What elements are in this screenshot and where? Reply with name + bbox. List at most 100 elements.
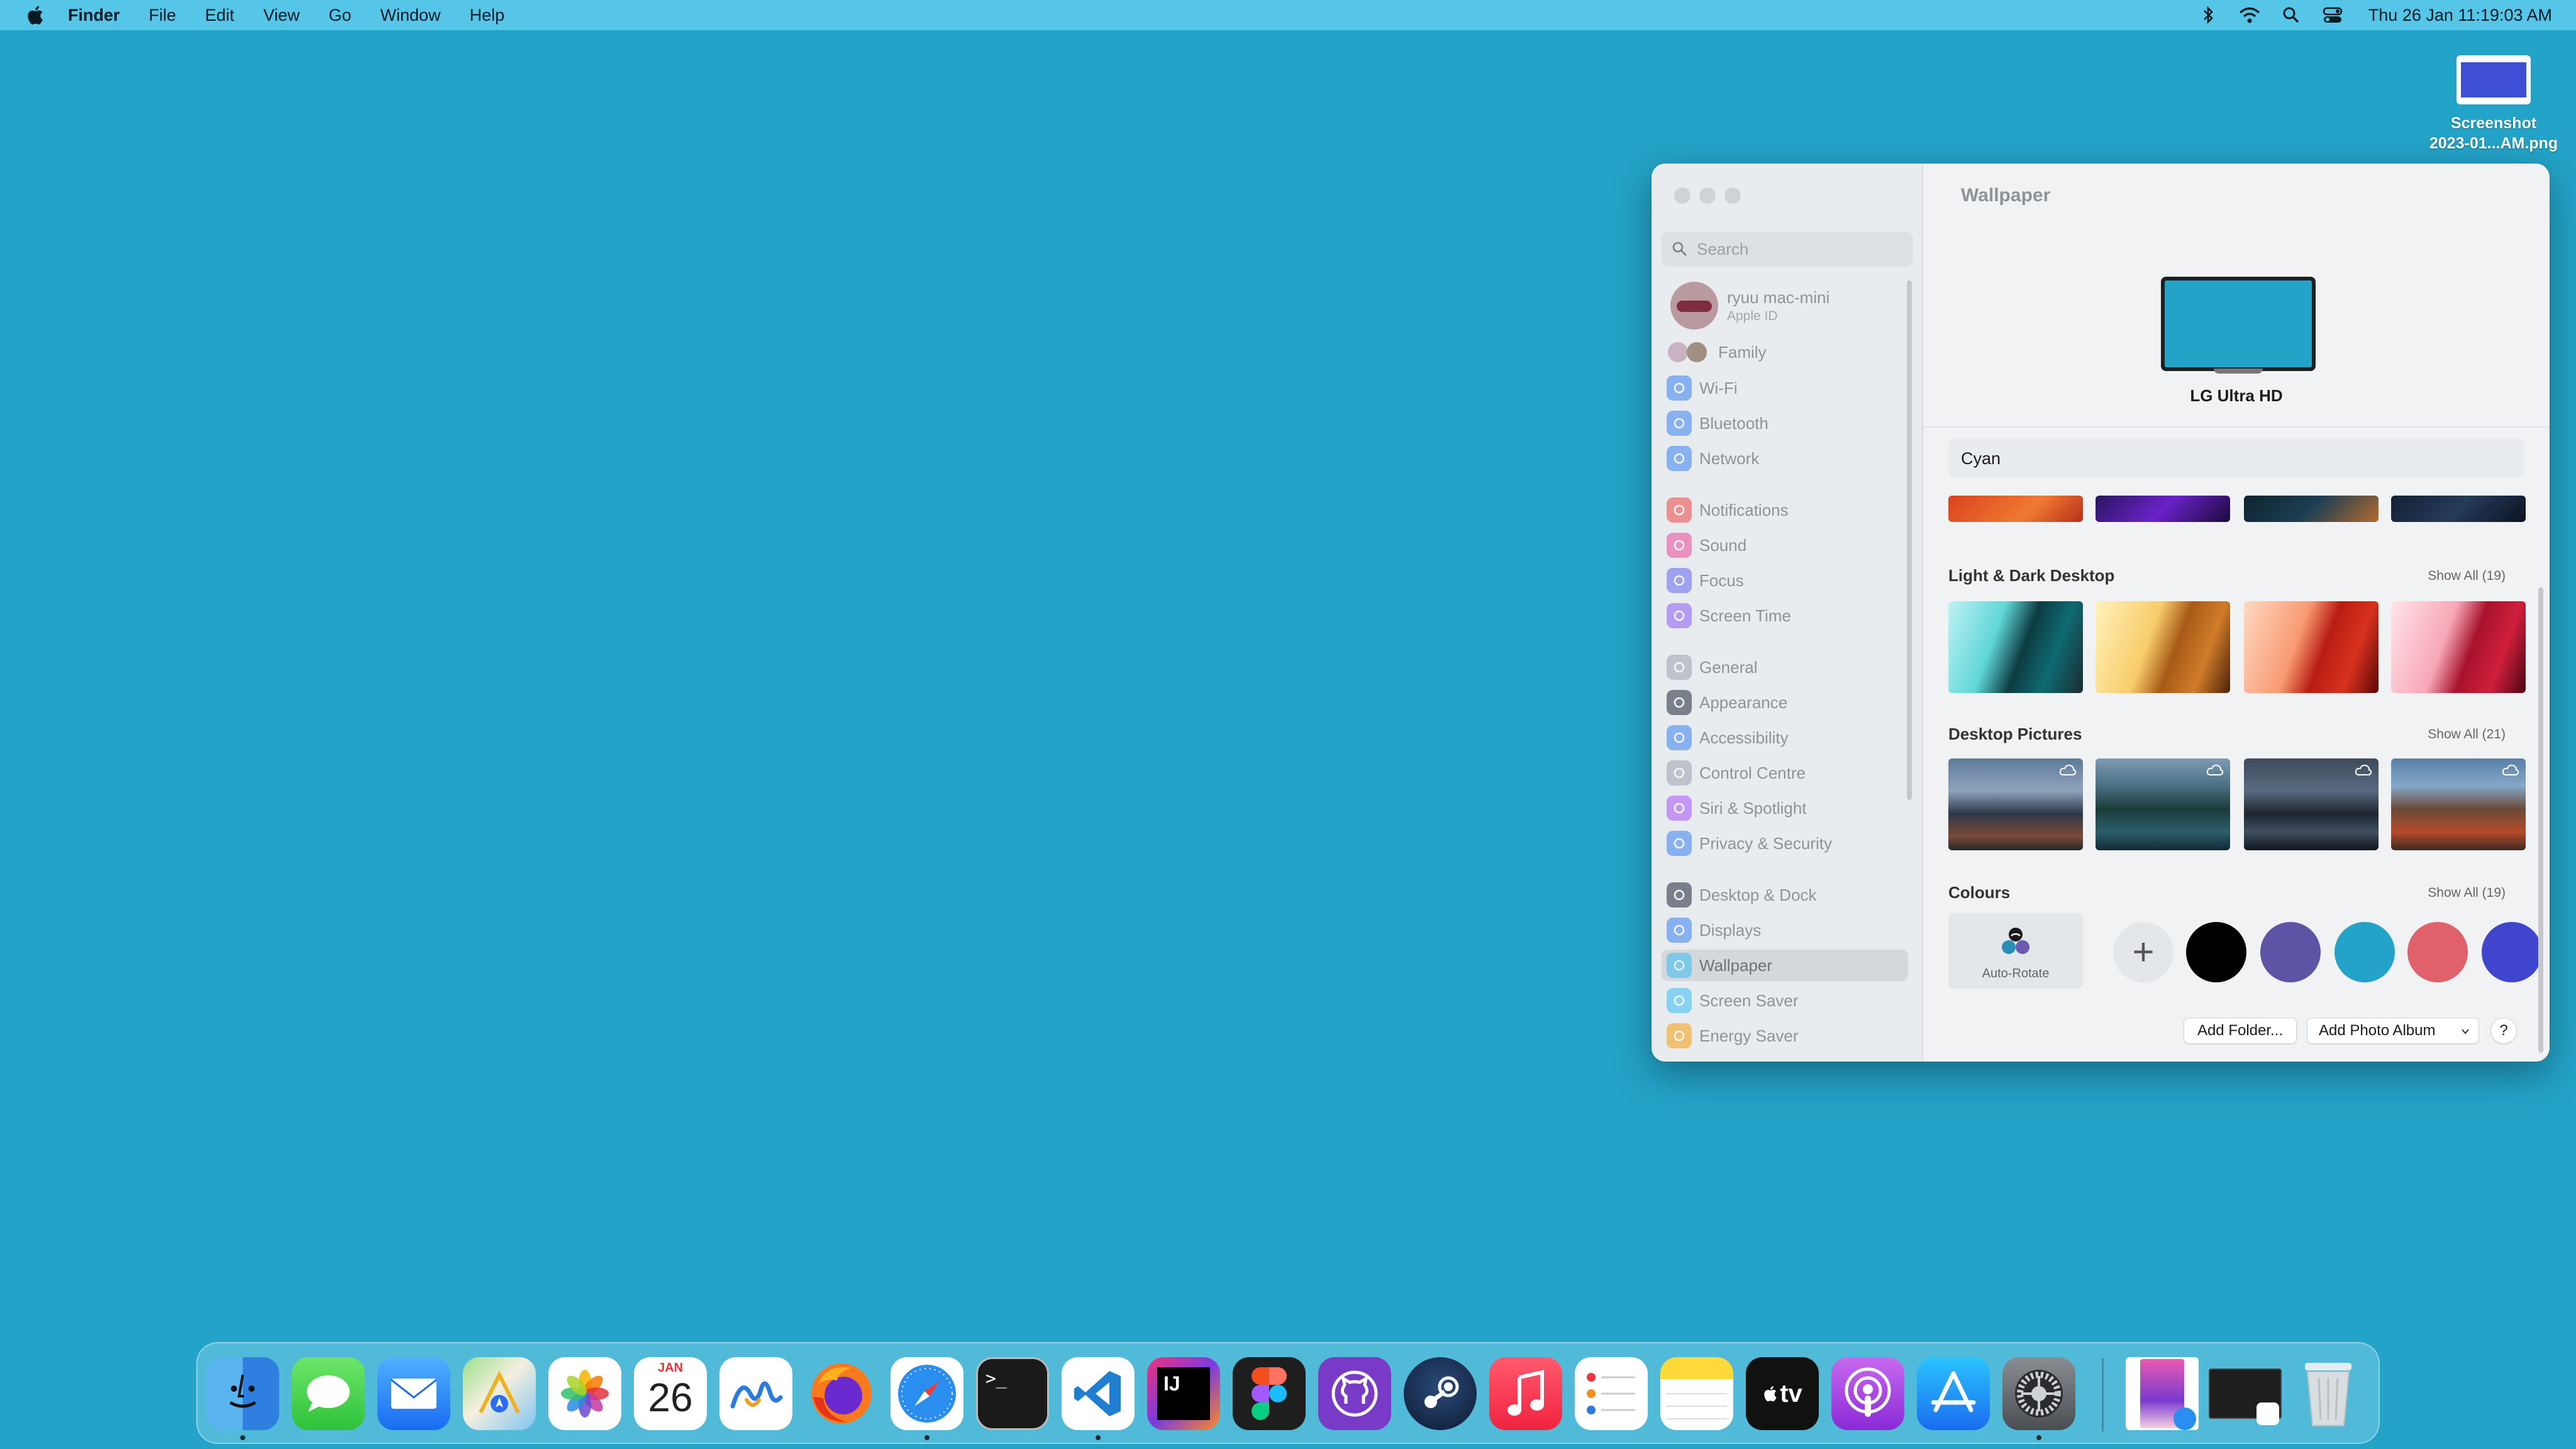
dock-app-messages[interactable]: [292, 1357, 365, 1430]
colour-swatch[interactable]: [2482, 922, 2542, 982]
wallpaper-thumb-mountain[interactable]: [1948, 758, 2083, 850]
sidebar-item-privacy-security[interactable]: Privacy & Security: [1667, 828, 1908, 859]
bluetooth-icon[interactable]: [2197, 4, 2219, 26]
dock-app-notes[interactable]: [1660, 1357, 1733, 1430]
colour-swatch[interactable]: [2186, 922, 2246, 982]
dock-app-reminders[interactable]: [1575, 1357, 1648, 1430]
figma-icon: [1252, 1367, 1287, 1420]
dock-app-figma[interactable]: [1233, 1357, 1306, 1430]
sidebar-item-general[interactable]: General: [1667, 652, 1908, 683]
sidebar-item-network[interactable]: Network: [1667, 443, 1908, 474]
menu-window[interactable]: Window: [380, 6, 441, 25]
dock-app-freeform[interactable]: [719, 1357, 792, 1430]
sidebar-item-displays[interactable]: Displays: [1667, 914, 1908, 946]
menu-app-name[interactable]: Finder: [68, 6, 120, 25]
sidebar-item-notifications[interactable]: Notifications: [1667, 494, 1908, 526]
control-centre-icon: [1667, 760, 1692, 786]
wallpaper-thumb-ventura[interactable]: [2096, 496, 2230, 522]
sidebar-item-accessibility[interactable]: Accessibility: [1667, 722, 1908, 753]
dock-app-vscode[interactable]: [1062, 1357, 1135, 1430]
dock-app-apple-tv[interactable]: tv: [1746, 1357, 1819, 1430]
sidebar-item-screen-time[interactable]: Screen Time: [1667, 600, 1908, 631]
wallpaper-thumb-sonoma[interactable]: [1948, 496, 2083, 522]
dock-app-steam[interactable]: [1404, 1357, 1477, 1430]
sidebar-item-wallpaper[interactable]: Wallpaper: [1662, 950, 1908, 981]
wallpaper-thumb-yellow[interactable]: [2096, 601, 2230, 693]
zoom-button[interactable]: [1724, 187, 1741, 204]
sidebar-item-label: Appearance: [1699, 692, 1788, 712]
dock-app-mail[interactable]: [377, 1357, 450, 1430]
minimize-button[interactable]: [1699, 187, 1716, 204]
apple-menu-icon[interactable]: [25, 4, 44, 26]
dock-app-intellij[interactable]: IJ: [1147, 1357, 1220, 1430]
auto-rotate-tile[interactable]: Auto-Rotate: [1948, 913, 2083, 989]
wifi-icon[interactable]: [2239, 4, 2260, 26]
running-indicator: [924, 1435, 930, 1440]
help-button[interactable]: ?: [2490, 1018, 2517, 1044]
dock-app-terminal[interactable]: >_: [976, 1357, 1049, 1430]
menu-go[interactable]: Go: [329, 6, 352, 25]
search-icon[interactable]: [2280, 4, 2302, 26]
wallpaper-thumb-cyan[interactable]: [1948, 601, 2083, 693]
sidebar-item-label: Network: [1699, 448, 1760, 468]
menu-file[interactable]: File: [149, 6, 177, 25]
sidebar-item-bluetooth[interactable]: Bluetooth: [1667, 408, 1908, 439]
dock-app-calendar[interactable]: JAN 26: [634, 1357, 707, 1430]
section-title-light-dark: Light & Dark Desktop: [1948, 566, 2115, 585]
colour-swatch[interactable]: [2334, 922, 2395, 982]
sidebar-item-siri-spotlight[interactable]: Siri & Spotlight: [1667, 792, 1908, 824]
speech-bubble-icon: [307, 1375, 350, 1412]
dock-recent-screenshot[interactable]: [2126, 1357, 2199, 1430]
sidebar-scrollbar[interactable]: [1907, 280, 1912, 800]
desktop-file-screenshot[interactable]: Screenshot 2023-01...AM.png: [2428, 55, 2560, 153]
apple-id-account[interactable]: ryuu mac-mini Apple ID: [1670, 282, 1829, 330]
firefox-icon: [811, 1363, 872, 1424]
dock-app-music[interactable]: [1489, 1357, 1562, 1430]
wallpaper-thumb-rocks[interactable]: [2244, 758, 2379, 850]
dock-app-firefox[interactable]: [805, 1357, 878, 1430]
wallpaper-thumb-coast[interactable]: [2096, 758, 2230, 850]
show-all-light-dark[interactable]: Show All (19): [2428, 569, 2506, 584]
dock-app-photos[interactable]: [548, 1357, 621, 1430]
sidebar-item-control-centre[interactable]: Control Centre: [1667, 757, 1908, 789]
dock-app-finder[interactable]: [206, 1357, 279, 1430]
dock-app-app-store[interactable]: [1917, 1357, 1990, 1430]
menu-clock[interactable]: Thu 26 Jan 11:19:03 AM: [2368, 6, 2552, 25]
sidebar-item-sound[interactable]: Sound: [1667, 530, 1908, 561]
dock-trash[interactable]: [2292, 1357, 2365, 1430]
sidebar-item-focus[interactable]: Focus: [1667, 565, 1908, 596]
sidebar-item-screen-saver[interactable]: Screen Saver: [1667, 985, 1908, 1016]
photos-flower-icon: [561, 1370, 609, 1418]
wallpaper-thumb-orange[interactable]: [2244, 601, 2379, 693]
wallpaper-thumb-red[interactable]: [2391, 601, 2526, 693]
sidebar-item-family[interactable]: Family: [1667, 336, 1908, 368]
control-centre-icon[interactable]: [2322, 4, 2343, 26]
dock-app-podcasts[interactable]: [1831, 1357, 1904, 1430]
dock-app-maps[interactable]: [463, 1357, 536, 1430]
show-all-colours[interactable]: Show All (19): [2428, 886, 2506, 901]
wallpaper-thumb-night[interactable]: [2391, 496, 2526, 522]
pane-scrollbar[interactable]: [2538, 587, 2543, 1053]
sidebar-item-label: Sound: [1699, 535, 1747, 555]
show-all-desktop-pictures[interactable]: Show All (21): [2428, 727, 2506, 742]
menu-edit[interactable]: Edit: [205, 6, 235, 25]
sidebar-item-desktop-dock[interactable]: Desktop & Dock: [1667, 879, 1908, 911]
add-photo-album-dropdown[interactable]: Add Photo Album: [2307, 1018, 2479, 1044]
colour-swatch[interactable]: [2407, 922, 2468, 982]
settings-search-input[interactable]: Search: [1662, 231, 1913, 267]
menu-view[interactable]: View: [264, 6, 300, 25]
dock-app-github[interactable]: [1318, 1357, 1391, 1430]
dock-app-system-settings[interactable]: [2002, 1357, 2075, 1430]
add-folder-button[interactable]: Add Folder...: [2184, 1018, 2297, 1044]
wallpaper-thumb-bay[interactable]: [2391, 758, 2526, 850]
menu-help[interactable]: Help: [470, 6, 505, 25]
sidebar-item-appearance[interactable]: Appearance: [1667, 687, 1908, 718]
dock-recent-vscode-window[interactable]: [2209, 1357, 2282, 1430]
close-button[interactable]: [1674, 187, 1690, 204]
add-colour-button[interactable]: +: [2113, 922, 2174, 982]
wallpaper-thumb-dusk[interactable]: [2244, 496, 2379, 522]
dock-app-safari[interactable]: [891, 1357, 963, 1430]
colour-swatch[interactable]: [2260, 922, 2321, 982]
sidebar-item-energy-saver[interactable]: Energy Saver: [1667, 1020, 1908, 1052]
sidebar-item-wi-fi[interactable]: Wi-Fi: [1667, 372, 1908, 404]
